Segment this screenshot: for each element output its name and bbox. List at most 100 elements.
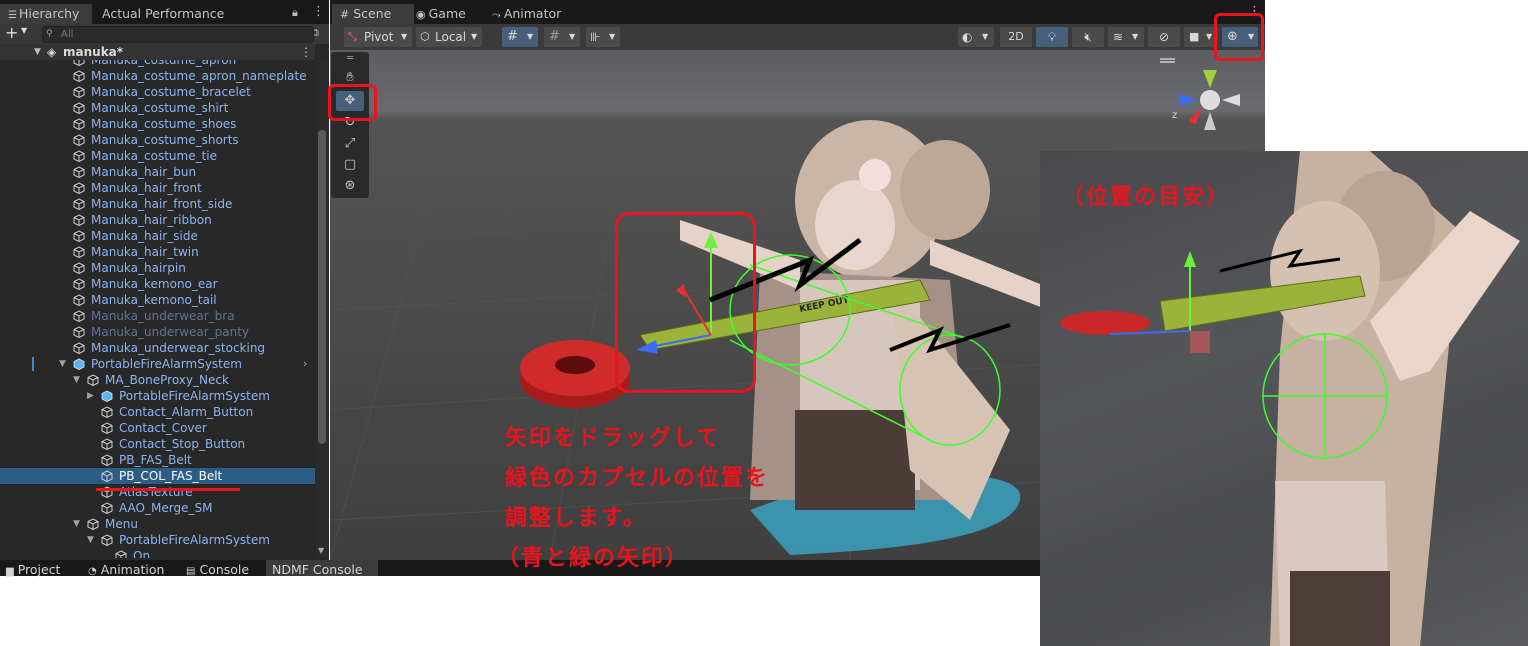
audio-toggle[interactable]: 🔇︎ bbox=[1072, 27, 1104, 47]
tab-actual-performance[interactable]: Actual Performance bbox=[94, 4, 232, 24]
hierarchy-row-label: Contact_Stop_Button bbox=[119, 437, 246, 451]
gameobject-cube-icon bbox=[101, 534, 113, 547]
hierarchy-row[interactable]: ▶ PortableFireAlarmSystem bbox=[0, 388, 315, 404]
hierarchy-row[interactable]: PB_COL_FAS_Belt bbox=[0, 468, 315, 484]
transform-tool-icon[interactable]: ⊛ bbox=[336, 176, 364, 196]
hierarchy-row[interactable]: ▼ PortableFireAlarmSystem › bbox=[0, 356, 315, 372]
inset-render bbox=[1060, 151, 1520, 646]
hierarchy-row-label: On bbox=[133, 549, 151, 558]
hierarchy-row[interactable]: ▼ Menu bbox=[0, 516, 315, 532]
hierarchy-row[interactable]: ▼ PortableFireAlarmSystem bbox=[0, 532, 315, 548]
hierarchy-row[interactable]: Manuka_kemono_tail bbox=[0, 292, 315, 308]
expand-arrow-icon[interactable]: ▼ bbox=[34, 47, 41, 57]
hierarchy-tabbar: ☰ Hierarchy Actual Performance 🔒︎ ⋮ bbox=[0, 0, 329, 24]
scroll-down-icon[interactable]: ▼ bbox=[318, 546, 324, 555]
hierarchy-row[interactable]: Manuka_costume_apron bbox=[0, 60, 315, 68]
hierarchy-row[interactable]: Contact_Stop_Button bbox=[0, 436, 315, 452]
hierarchy-row[interactable]: Contact_Alarm_Button bbox=[0, 404, 315, 420]
hierarchy-row[interactable]: Manuka_costume_shorts bbox=[0, 132, 315, 148]
hierarchy-row[interactable]: ▼ MA_BoneProxy_Neck bbox=[0, 372, 315, 388]
hierarchy-row[interactable]: Manuka_costume_shoes bbox=[0, 116, 315, 132]
chevron-down-icon: ▼ bbox=[471, 32, 478, 41]
scene-name: manuka* bbox=[63, 45, 124, 59]
scene-root-row[interactable]: ▼ ◈ manuka* ⋮ bbox=[0, 44, 315, 60]
add-icon[interactable]: + bbox=[5, 24, 18, 42]
grid-snap-icon: # bbox=[507, 29, 518, 44]
add-dropdown-icon[interactable]: ▼ bbox=[21, 26, 27, 35]
gameobject-cube-icon bbox=[73, 294, 85, 307]
hierarchy-list: Manuka_costume_apron Manuka_costume_apron… bbox=[0, 60, 315, 558]
orientation-gizmo[interactable]: z bbox=[1172, 70, 1240, 130]
hierarchy-row[interactable]: Manuka_costume_apron_nameplate bbox=[0, 68, 315, 84]
instruction-line-4: （青と緑の矢印） bbox=[497, 546, 690, 571]
tab-hierarchy[interactable]: ☰ Hierarchy bbox=[0, 4, 92, 24]
shading-sphere-icon: ◐ bbox=[962, 30, 973, 44]
grid-snap-toggle[interactable]: # ▼ bbox=[502, 27, 538, 47]
tab-animator[interactable]: ⤳ Animator bbox=[484, 4, 569, 24]
hierarchy-row[interactable]: Manuka_hair_front bbox=[0, 180, 315, 196]
search-input[interactable]: ⚲ All bbox=[42, 26, 314, 43]
tab-scene[interactable]: # Scene bbox=[332, 4, 414, 24]
tab-ndmf-console[interactable]: NDMF Console bbox=[266, 560, 378, 577]
pivot-label: Pivot bbox=[364, 30, 394, 44]
pivot-dropdown[interactable]: ⤡ Pivot ▼ bbox=[344, 27, 412, 47]
hierarchy-row-label: Manuka_costume_bracelet bbox=[91, 85, 251, 99]
prefab-open-chevron-icon[interactable]: › bbox=[303, 356, 307, 372]
scene-menu-icon[interactable]: ⋮ bbox=[300, 44, 312, 60]
hierarchy-row[interactable]: Manuka_hair_ribbon bbox=[0, 212, 315, 228]
hierarchy-row[interactable]: Manuka_underwear_bra bbox=[0, 308, 315, 324]
hierarchy-row[interactable]: Manuka_costume_shirt bbox=[0, 100, 315, 116]
tab-animation[interactable]: ◔ Animation bbox=[82, 560, 170, 577]
collapse-arrow-icon[interactable]: ▼ bbox=[59, 356, 66, 372]
grid-visibility-toggle[interactable]: ⊪ ▼ bbox=[586, 27, 620, 47]
lighting-toggle[interactable]: 💡︎ bbox=[1036, 27, 1068, 47]
collapse-arrow-icon[interactable]: ▼ bbox=[73, 372, 80, 388]
camera-icon: ■ bbox=[1189, 30, 1200, 43]
hierarchy-row[interactable]: PB_FAS_Belt bbox=[0, 452, 315, 468]
chevron-down-icon: ▼ bbox=[401, 32, 408, 41]
hierarchy-row-label: Manuka_costume_apron_nameplate bbox=[91, 69, 307, 83]
hierarchy-row[interactable]: Manuka_hair_bun bbox=[0, 164, 315, 180]
rect-tool-icon[interactable]: ▢ bbox=[336, 155, 364, 175]
hierarchy-scroll-thumb[interactable] bbox=[318, 130, 326, 444]
2d-toggle[interactable]: 2D bbox=[1000, 27, 1032, 47]
instruction-line-3: 調整します。 bbox=[505, 506, 647, 531]
increment-snap-toggle[interactable]: # ▼ bbox=[544, 27, 580, 47]
local-dropdown[interactable]: ⬡ Local ▼ bbox=[416, 27, 482, 47]
tab-animation-label: Animation bbox=[100, 562, 165, 577]
lock-icon[interactable]: 🔒︎ bbox=[292, 6, 298, 20]
hierarchy-row[interactable]: Manuka_underwear_panty bbox=[0, 324, 315, 340]
effects-dropdown[interactable]: ≋ ▼ bbox=[1108, 27, 1144, 47]
palette-grip-icon[interactable]: ═ bbox=[336, 52, 364, 66]
hierarchy-row-label: AAO_Merge_SM bbox=[119, 501, 213, 515]
shading-mode-dropdown[interactable]: ◐ ▼ bbox=[958, 27, 994, 47]
hierarchy-row[interactable]: AtlasTexture bbox=[0, 484, 315, 500]
scale-tool-icon[interactable]: ⤢ bbox=[336, 134, 364, 154]
tab-console[interactable]: ▤ Console bbox=[180, 560, 255, 577]
hierarchy-row[interactable]: Manuka_costume_bracelet bbox=[0, 84, 315, 100]
hierarchy-row[interactable]: Contact_Cover bbox=[0, 420, 315, 436]
hierarchy-row[interactable]: Manuka_hairpin bbox=[0, 260, 315, 276]
collapse-arrow-icon[interactable]: ▼ bbox=[87, 532, 94, 548]
instruction-line-1: 矢印をドラッグして bbox=[505, 426, 721, 451]
hierarchy-row[interactable]: On bbox=[0, 548, 315, 558]
hierarchy-row[interactable]: Manuka_hair_front_side bbox=[0, 196, 315, 212]
hierarchy-row-label: Manuka_costume_apron bbox=[91, 60, 237, 67]
tab-game[interactable]: ◉ Game bbox=[408, 4, 474, 24]
hierarchy-row-label: Contact_Cover bbox=[119, 421, 207, 435]
tab-project[interactable]: ▆ Project bbox=[0, 560, 66, 577]
tab-hierarchy-label: Hierarchy bbox=[18, 6, 80, 21]
collapse-arrow-icon[interactable]: ▼ bbox=[73, 516, 80, 532]
hierarchy-row[interactable]: Manuka_hair_side bbox=[0, 228, 315, 244]
hidden-objects-toggle[interactable]: ⊘ bbox=[1148, 27, 1180, 47]
hierarchy-row-label: Manuka_hair_front_side bbox=[91, 197, 233, 211]
expand-arrow-icon[interactable]: ▶ bbox=[87, 388, 94, 404]
hierarchy-row[interactable]: Manuka_costume_tie bbox=[0, 148, 315, 164]
more-menu-icon[interactable]: ⋮ bbox=[312, 4, 325, 19]
camera-dropdown[interactable]: ■ ▼ bbox=[1184, 27, 1218, 47]
gameobject-cube-icon bbox=[73, 102, 85, 115]
hierarchy-row[interactable]: Manuka_underwear_stocking bbox=[0, 340, 315, 356]
hierarchy-row[interactable]: Manuka_hair_twin bbox=[0, 244, 315, 260]
hierarchy-row[interactable]: Manuka_kemono_ear bbox=[0, 276, 315, 292]
hierarchy-row[interactable]: AAO_Merge_SM bbox=[0, 500, 315, 516]
